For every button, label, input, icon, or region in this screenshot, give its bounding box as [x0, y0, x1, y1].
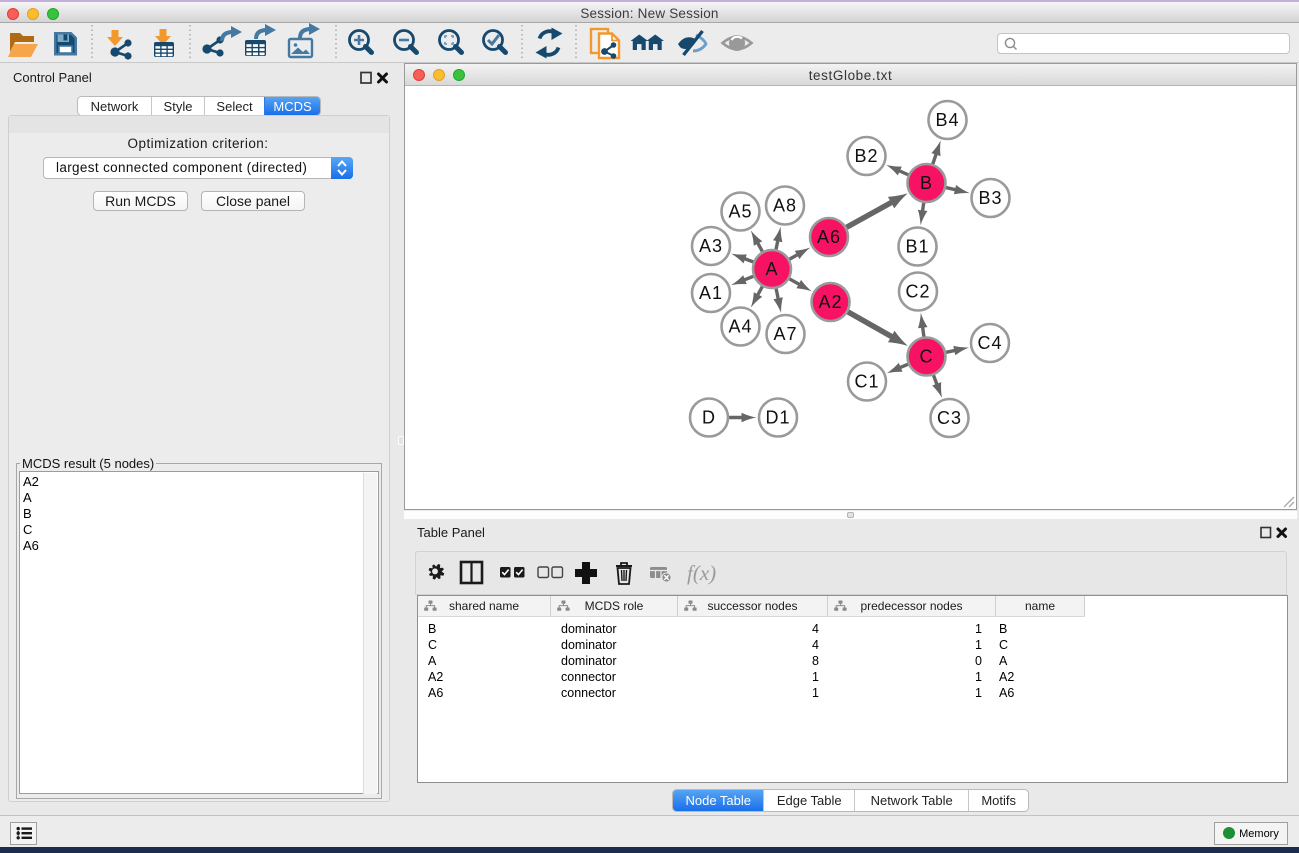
svg-text:B2: B2 — [854, 146, 878, 166]
svg-text:C2: C2 — [905, 282, 930, 302]
svg-text:C1: C1 — [854, 372, 879, 392]
svg-text:B3: B3 — [978, 188, 1002, 208]
svg-text:D: D — [702, 408, 716, 428]
svg-text:A4: A4 — [728, 317, 752, 337]
svg-text:f(x): f(x) — [687, 561, 716, 585]
svg-text:A5: A5 — [728, 202, 752, 222]
svg-text:B4: B4 — [935, 110, 959, 130]
svg-text:D1: D1 — [765, 408, 790, 428]
svg-text:A6: A6 — [817, 227, 841, 247]
svg-text:A1: A1 — [699, 283, 723, 303]
svg-text:A8: A8 — [773, 196, 797, 216]
svg-text:C3: C3 — [937, 408, 962, 428]
svg-text:C: C — [920, 347, 934, 367]
svg-text:B1: B1 — [905, 237, 929, 257]
svg-text:C4: C4 — [977, 333, 1002, 353]
svg-text:A: A — [765, 259, 778, 279]
svg-text:A3: A3 — [699, 236, 723, 256]
svg-text:A7: A7 — [773, 324, 797, 344]
svg-text:B: B — [920, 173, 933, 193]
svg-text:A2: A2 — [818, 292, 842, 312]
